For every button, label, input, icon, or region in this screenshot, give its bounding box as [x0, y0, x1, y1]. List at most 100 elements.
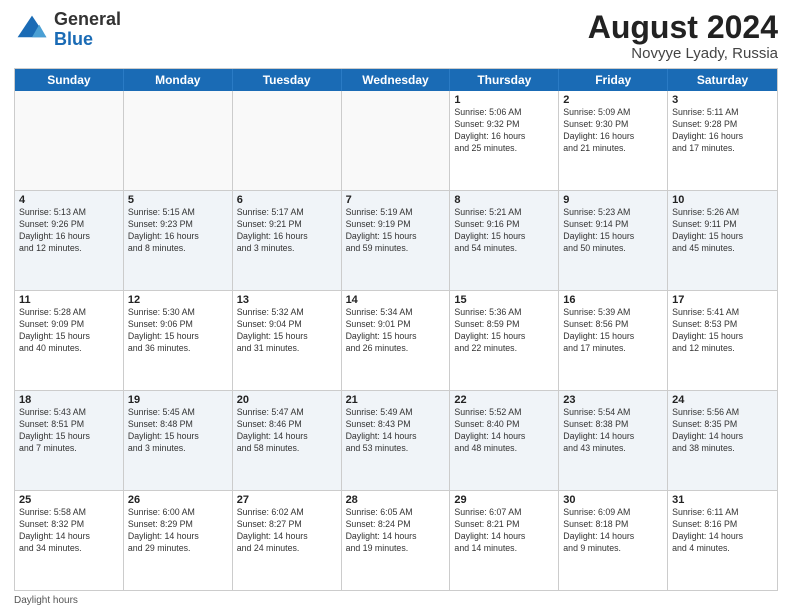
day-info: Sunrise: 5:47 AM Sunset: 8:46 PM Dayligh…	[237, 407, 337, 455]
calendar-body: 1Sunrise: 5:06 AM Sunset: 9:32 PM Daylig…	[15, 91, 777, 590]
day-info: Sunrise: 5:09 AM Sunset: 9:30 PM Dayligh…	[563, 107, 663, 155]
day-info: Sunrise: 5:54 AM Sunset: 8:38 PM Dayligh…	[563, 407, 663, 455]
day-number: 9	[563, 194, 663, 206]
day-number: 18	[19, 394, 119, 406]
day-info: Sunrise: 5:36 AM Sunset: 8:59 PM Dayligh…	[454, 307, 554, 355]
title-block: August 2024 Novyye Lyady, Russia	[588, 10, 778, 62]
day-number: 30	[563, 494, 663, 506]
empty-cell	[124, 91, 233, 190]
day-cell-31: 31Sunrise: 6:11 AM Sunset: 8:16 PM Dayli…	[668, 491, 777, 590]
day-cell-22: 22Sunrise: 5:52 AM Sunset: 8:40 PM Dayli…	[450, 391, 559, 490]
calendar-row-2: 4Sunrise: 5:13 AM Sunset: 9:26 PM Daylig…	[15, 191, 777, 291]
day-info: Sunrise: 6:07 AM Sunset: 8:21 PM Dayligh…	[454, 507, 554, 555]
day-info: Sunrise: 5:39 AM Sunset: 8:56 PM Dayligh…	[563, 307, 663, 355]
day-info: Sunrise: 6:00 AM Sunset: 8:29 PM Dayligh…	[128, 507, 228, 555]
header-day-monday: Monday	[124, 69, 233, 91]
day-cell-8: 8Sunrise: 5:21 AM Sunset: 9:16 PM Daylig…	[450, 191, 559, 290]
empty-cell	[15, 91, 124, 190]
day-number: 2	[563, 94, 663, 106]
day-number: 10	[672, 194, 773, 206]
daylight-label: Daylight hours	[14, 595, 78, 606]
day-number: 19	[128, 394, 228, 406]
calendar-row-4: 18Sunrise: 5:43 AM Sunset: 8:51 PM Dayli…	[15, 391, 777, 491]
day-number: 7	[346, 194, 446, 206]
logo-text: General Blue	[54, 10, 121, 50]
day-info: Sunrise: 5:26 AM Sunset: 9:11 PM Dayligh…	[672, 207, 773, 255]
header-day-friday: Friday	[559, 69, 668, 91]
day-info: Sunrise: 5:21 AM Sunset: 9:16 PM Dayligh…	[454, 207, 554, 255]
day-cell-13: 13Sunrise: 5:32 AM Sunset: 9:04 PM Dayli…	[233, 291, 342, 390]
day-cell-12: 12Sunrise: 5:30 AM Sunset: 9:06 PM Dayli…	[124, 291, 233, 390]
day-info: Sunrise: 5:43 AM Sunset: 8:51 PM Dayligh…	[19, 407, 119, 455]
day-info: Sunrise: 5:13 AM Sunset: 9:26 PM Dayligh…	[19, 207, 119, 255]
day-info: Sunrise: 5:49 AM Sunset: 8:43 PM Dayligh…	[346, 407, 446, 455]
day-number: 15	[454, 294, 554, 306]
calendar: SundayMondayTuesdayWednesdayThursdayFrid…	[14, 68, 778, 591]
day-number: 22	[454, 394, 554, 406]
day-cell-24: 24Sunrise: 5:56 AM Sunset: 8:35 PM Dayli…	[668, 391, 777, 490]
day-info: Sunrise: 5:52 AM Sunset: 8:40 PM Dayligh…	[454, 407, 554, 455]
day-cell-3: 3Sunrise: 5:11 AM Sunset: 9:28 PM Daylig…	[668, 91, 777, 190]
day-info: Sunrise: 6:09 AM Sunset: 8:18 PM Dayligh…	[563, 507, 663, 555]
day-number: 13	[237, 294, 337, 306]
header-day-tuesday: Tuesday	[233, 69, 342, 91]
day-number: 24	[672, 394, 773, 406]
day-number: 3	[672, 94, 773, 106]
month-year: August 2024	[588, 10, 778, 45]
day-number: 23	[563, 394, 663, 406]
day-cell-7: 7Sunrise: 5:19 AM Sunset: 9:19 PM Daylig…	[342, 191, 451, 290]
day-info: Sunrise: 6:05 AM Sunset: 8:24 PM Dayligh…	[346, 507, 446, 555]
day-cell-15: 15Sunrise: 5:36 AM Sunset: 8:59 PM Dayli…	[450, 291, 559, 390]
day-info: Sunrise: 5:30 AM Sunset: 9:06 PM Dayligh…	[128, 307, 228, 355]
day-number: 31	[672, 494, 773, 506]
day-cell-25: 25Sunrise: 5:58 AM Sunset: 8:32 PM Dayli…	[15, 491, 124, 590]
day-number: 11	[19, 294, 119, 306]
day-number: 25	[19, 494, 119, 506]
day-info: Sunrise: 5:34 AM Sunset: 9:01 PM Dayligh…	[346, 307, 446, 355]
day-cell-17: 17Sunrise: 5:41 AM Sunset: 8:53 PM Dayli…	[668, 291, 777, 390]
day-number: 12	[128, 294, 228, 306]
day-number: 8	[454, 194, 554, 206]
day-number: 29	[454, 494, 554, 506]
day-number: 4	[19, 194, 119, 206]
calendar-row-3: 11Sunrise: 5:28 AM Sunset: 9:09 PM Dayli…	[15, 291, 777, 391]
day-cell-14: 14Sunrise: 5:34 AM Sunset: 9:01 PM Dayli…	[342, 291, 451, 390]
empty-cell	[342, 91, 451, 190]
day-info: Sunrise: 5:58 AM Sunset: 8:32 PM Dayligh…	[19, 507, 119, 555]
day-info: Sunrise: 5:11 AM Sunset: 9:28 PM Dayligh…	[672, 107, 773, 155]
day-info: Sunrise: 5:45 AM Sunset: 8:48 PM Dayligh…	[128, 407, 228, 455]
footer: Daylight hours	[14, 595, 778, 606]
location: Novyye Lyady, Russia	[588, 45, 778, 62]
day-cell-29: 29Sunrise: 6:07 AM Sunset: 8:21 PM Dayli…	[450, 491, 559, 590]
day-number: 17	[672, 294, 773, 306]
day-cell-28: 28Sunrise: 6:05 AM Sunset: 8:24 PM Dayli…	[342, 491, 451, 590]
logo-icon	[14, 12, 50, 48]
day-cell-9: 9Sunrise: 5:23 AM Sunset: 9:14 PM Daylig…	[559, 191, 668, 290]
day-info: Sunrise: 6:02 AM Sunset: 8:27 PM Dayligh…	[237, 507, 337, 555]
day-info: Sunrise: 6:11 AM Sunset: 8:16 PM Dayligh…	[672, 507, 773, 555]
day-info: Sunrise: 5:06 AM Sunset: 9:32 PM Dayligh…	[454, 107, 554, 155]
day-number: 14	[346, 294, 446, 306]
day-number: 6	[237, 194, 337, 206]
day-number: 1	[454, 94, 554, 106]
day-number: 28	[346, 494, 446, 506]
logo: General Blue	[14, 10, 121, 50]
calendar-row-5: 25Sunrise: 5:58 AM Sunset: 8:32 PM Dayli…	[15, 491, 777, 590]
empty-cell	[233, 91, 342, 190]
day-info: Sunrise: 5:23 AM Sunset: 9:14 PM Dayligh…	[563, 207, 663, 255]
day-number: 5	[128, 194, 228, 206]
day-cell-27: 27Sunrise: 6:02 AM Sunset: 8:27 PM Dayli…	[233, 491, 342, 590]
day-cell-16: 16Sunrise: 5:39 AM Sunset: 8:56 PM Dayli…	[559, 291, 668, 390]
header-day-saturday: Saturday	[668, 69, 777, 91]
day-cell-2: 2Sunrise: 5:09 AM Sunset: 9:30 PM Daylig…	[559, 91, 668, 190]
day-number: 16	[563, 294, 663, 306]
header-day-sunday: Sunday	[15, 69, 124, 91]
day-info: Sunrise: 5:32 AM Sunset: 9:04 PM Dayligh…	[237, 307, 337, 355]
day-number: 27	[237, 494, 337, 506]
header: General Blue August 2024 Novyye Lyady, R…	[14, 10, 778, 62]
day-number: 26	[128, 494, 228, 506]
day-cell-10: 10Sunrise: 5:26 AM Sunset: 9:11 PM Dayli…	[668, 191, 777, 290]
logo-blue: Blue	[54, 29, 93, 49]
day-cell-30: 30Sunrise: 6:09 AM Sunset: 8:18 PM Dayli…	[559, 491, 668, 590]
header-day-wednesday: Wednesday	[342, 69, 451, 91]
